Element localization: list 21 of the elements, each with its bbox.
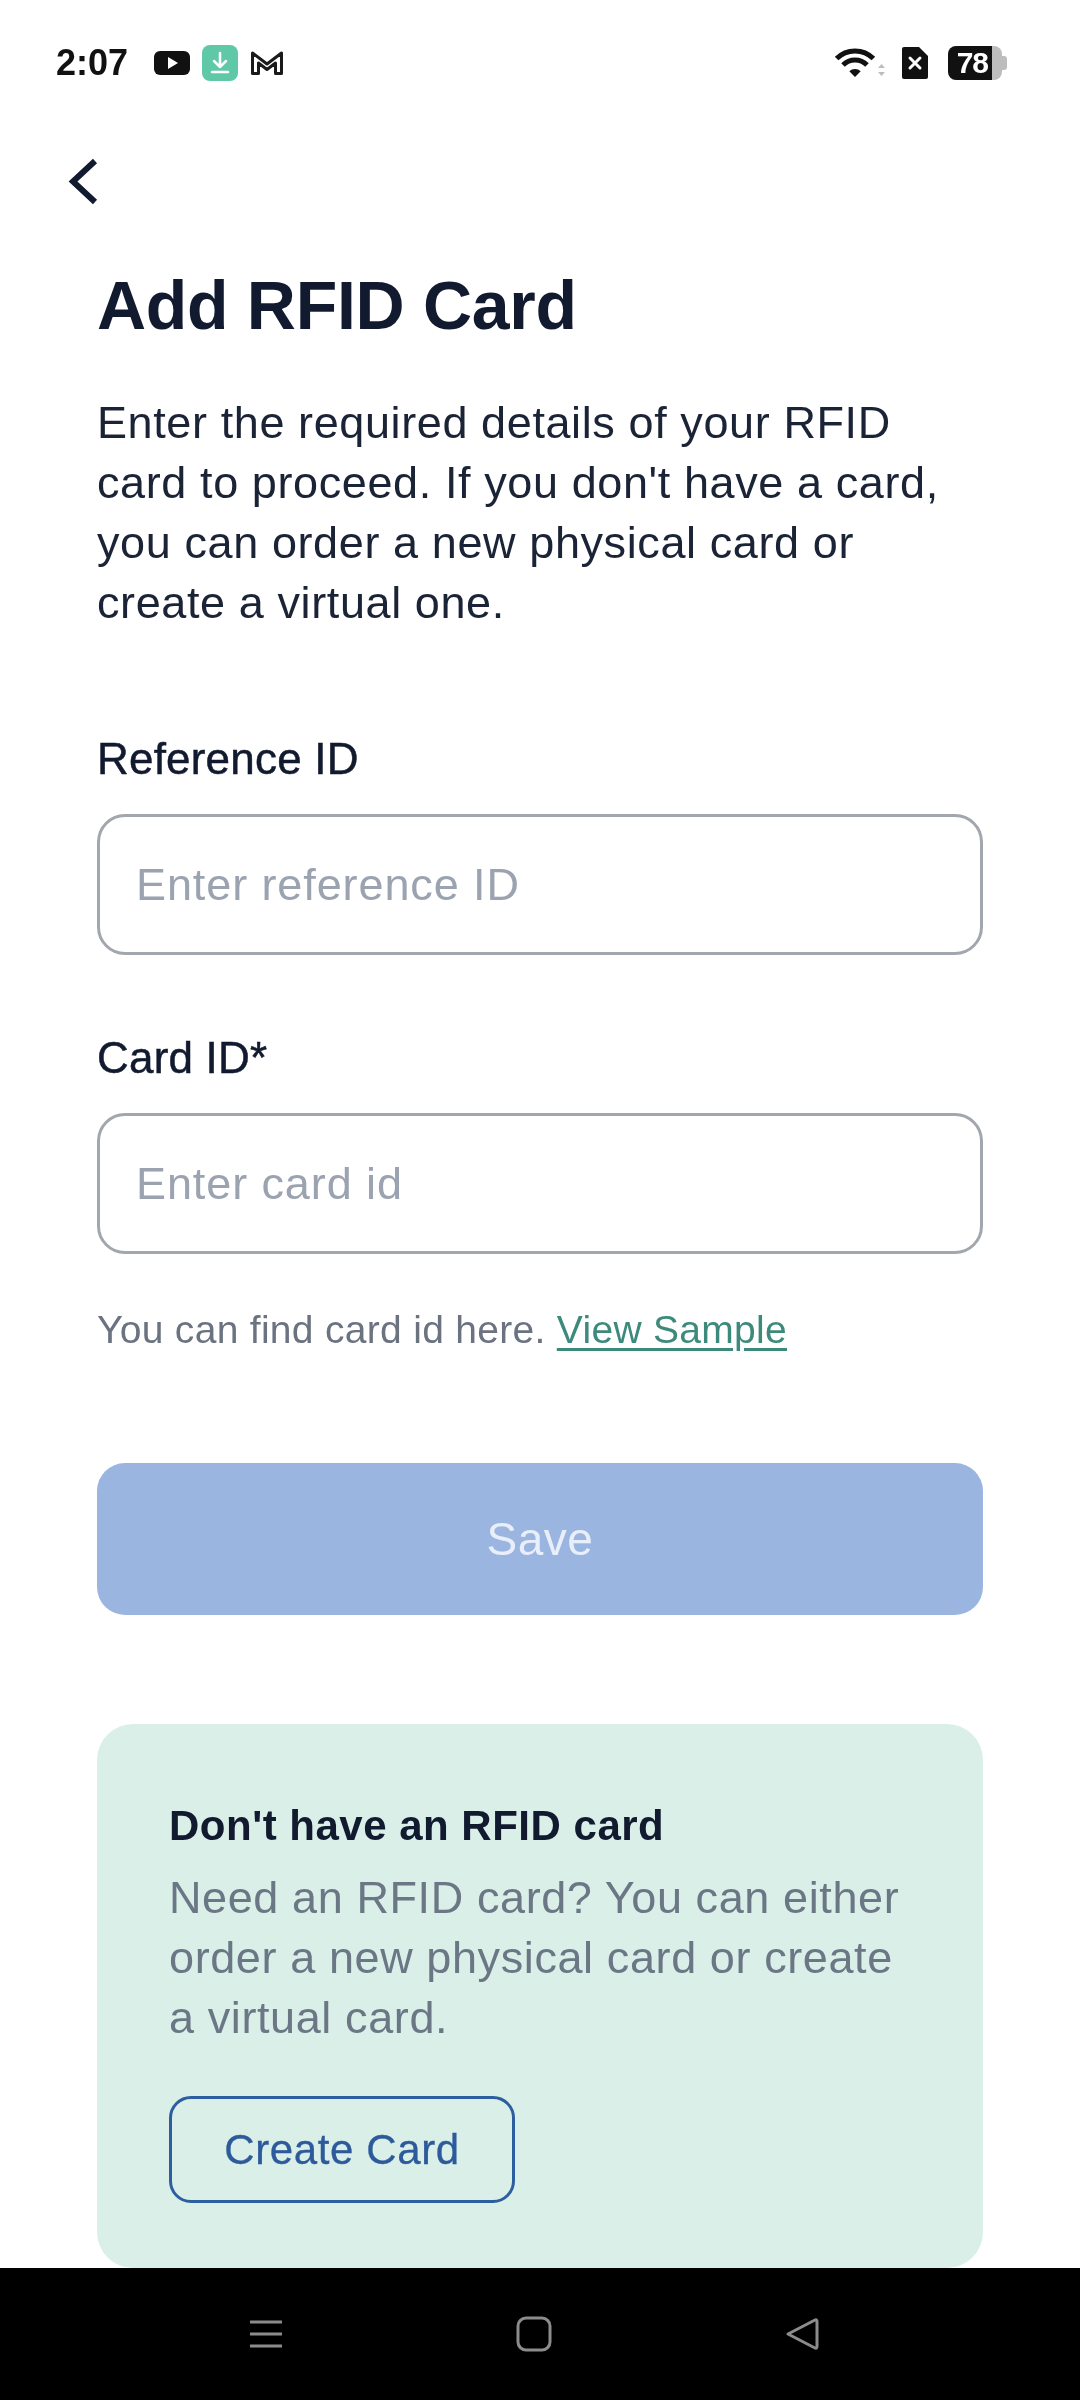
text-input-field[interactable]: Enter reference ID: [97, 814, 983, 955]
create-card-button[interactable]: Create Card: [169, 2096, 515, 2203]
download-icon: [202, 45, 239, 81]
menu-icon[interactable]: [248, 2319, 284, 2349]
sim-card-icon: [899, 45, 930, 81]
card-description: Need an RFID card? You can either order a new physical card or create a virtual card.: [169, 1871, 901, 2045]
page-title: Add RFID Card: [97, 266, 578, 345]
status-time: 2:07: [56, 43, 129, 83]
nav-back-icon[interactable]: [784, 2316, 820, 2352]
text-input-field[interactable]: Enter card id: [97, 1113, 983, 1254]
back-icon[interactable]: [67, 158, 99, 205]
field-label: Card ID*: [97, 1032, 269, 1084]
page-description: Enter the required details of your RFID card to proceed. If you don't have a card, you can order a new physical card or create a virtual one.: [97, 396, 940, 630]
field-label: Reference ID: [97, 733, 360, 785]
hint-text: You can find card id here. View Sample: [97, 1307, 788, 1353]
mail-icon: [250, 50, 285, 76]
video-play-icon: [154, 51, 191, 75]
home-icon[interactable]: [516, 2316, 552, 2352]
card-title: Don't have an RFID card: [169, 1801, 666, 1851]
view-sample-link[interactable]: View Sample: [556, 1308, 787, 1351]
battery-indicator: 78: [947, 46, 1007, 80]
